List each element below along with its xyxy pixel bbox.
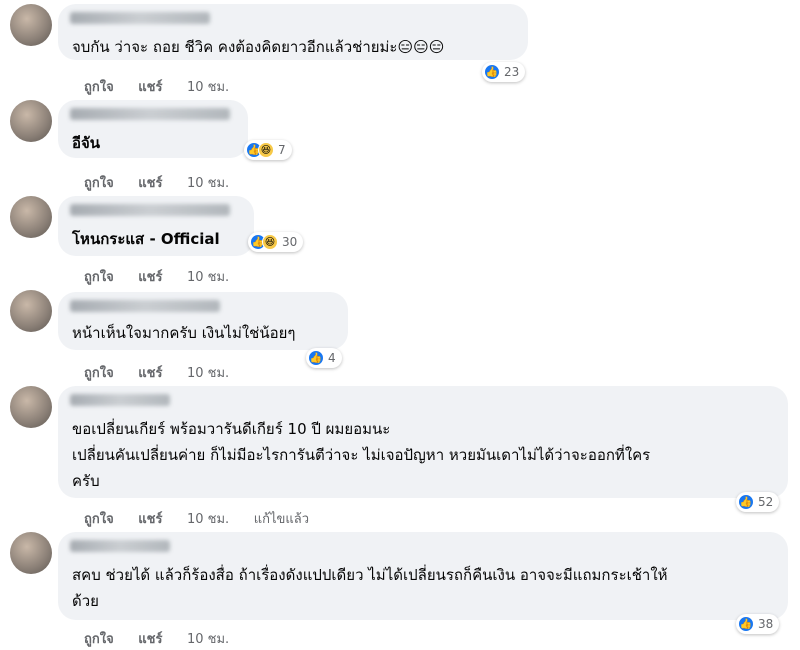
reaction-badge[interactable]: 👍 52 xyxy=(736,492,780,512)
thumbs-up-icon: 👍 xyxy=(738,494,754,510)
share-link[interactable]: แชร์ xyxy=(138,366,162,381)
haha-emoji-icon: 😆 xyxy=(262,234,278,250)
comment-actions: ถูกใจ แชร์ 10 ชม. แก้ไขแล้ว xyxy=(84,508,329,529)
author-name-redacted[interactable] xyxy=(70,204,230,216)
timestamp[interactable]: 10 ชม. xyxy=(187,512,229,527)
reaction-count: 52 xyxy=(758,495,774,509)
like-link[interactable]: ถูกใจ xyxy=(84,270,114,285)
comment-actions: ถูกใจ แชร์ 10 ชม. xyxy=(84,172,249,193)
reaction-count: 38 xyxy=(758,617,774,631)
like-link[interactable]: ถูกใจ xyxy=(84,176,114,191)
comment-actions: ถูกใจ แชร์ 10 ชม. xyxy=(84,362,249,383)
timestamp[interactable]: 10 ชม. xyxy=(187,176,229,191)
author-name-redacted[interactable] xyxy=(70,300,220,312)
comment-actions: ถูกใจ แชร์ 10 ชม. xyxy=(84,628,249,649)
comment-text-line-1: ขอเปลี่ยนเกียร์ พร้อมวารันดีเกียร์ 10 ปี… xyxy=(72,420,391,438)
reaction-badge[interactable]: 👍 😆 30 xyxy=(248,232,304,252)
comment-actions: ถูกใจ แชร์ 10 ชม. xyxy=(84,266,249,287)
comment-bubble: อีจัน xyxy=(58,100,248,158)
comment-text-line-2: ด้วย xyxy=(72,592,99,610)
avatar[interactable] xyxy=(10,100,52,142)
comment-text-line-2: เปลี่ยนคันเปลี่ยนค่าย ก็ไม่มีอะไรการันตี… xyxy=(72,446,651,464)
reaction-badge[interactable]: 👍 4 xyxy=(306,348,342,368)
share-link[interactable]: แชร์ xyxy=(138,80,162,95)
like-link[interactable]: ถูกใจ xyxy=(84,512,114,527)
edited-label[interactable]: แก้ไขแล้ว xyxy=(254,512,309,527)
comment-bubble: โหนกระแส - Official xyxy=(58,196,254,256)
timestamp[interactable]: 10 ชม. xyxy=(187,270,229,285)
author-name-redacted[interactable] xyxy=(70,394,170,406)
comment-text-line-3: ครับ xyxy=(72,472,100,490)
thumbs-up-icon: 👍 xyxy=(738,616,754,632)
reaction-count: 7 xyxy=(278,143,286,157)
timestamp[interactable]: 10 ชม. xyxy=(187,80,229,95)
timestamp[interactable]: 10 ชม. xyxy=(187,632,229,647)
avatar[interactable] xyxy=(10,4,52,46)
reaction-count: 30 xyxy=(282,235,298,249)
thumbs-up-icon: 👍 xyxy=(308,350,324,366)
reaction-count: 4 xyxy=(328,351,336,365)
comment-bubble: หน้าเห็นใจมากครับ เงินไม่ใช่น้อยๆ xyxy=(58,292,348,350)
comment-bubble: จบกัน ว่าจะ ถอย ชีวิค คงต้องคิดยาวอีกแล้… xyxy=(58,4,528,60)
reaction-badge[interactable]: 👍 38 xyxy=(736,614,780,634)
share-link[interactable]: แชร์ xyxy=(138,512,162,527)
author-name-redacted[interactable] xyxy=(70,108,230,120)
like-link[interactable]: ถูกใจ xyxy=(84,366,114,381)
comment-text-line-1: สคบ ช่วยได้ แล้วก็ร้องสื่อ ถ้าเรื่องดังแ… xyxy=(72,566,668,584)
comment-text: หน้าเห็นใจมากครับ เงินไม่ใช่น้อยๆ xyxy=(72,324,296,342)
comment-text: อีจัน xyxy=(72,134,101,152)
reaction-count: 23 xyxy=(504,65,520,79)
share-link[interactable]: แชร์ xyxy=(138,176,162,191)
author-name-redacted[interactable] xyxy=(70,540,170,552)
share-link[interactable]: แชร์ xyxy=(138,632,162,647)
like-link[interactable]: ถูกใจ xyxy=(84,632,114,647)
comment-text: จบกัน ว่าจะ ถอย ชีวิค คงต้องคิดยาวอีกแล้… xyxy=(72,38,445,56)
reaction-badge[interactable]: 👍 23 xyxy=(482,62,526,82)
haha-emoji-icon: 😆 xyxy=(258,142,274,158)
share-link[interactable]: แชร์ xyxy=(138,270,162,285)
author-name-redacted[interactable] xyxy=(70,12,210,24)
comment-bubble: สคบ ช่วยได้ แล้วก็ร้องสื่อ ถ้าเรื่องดังแ… xyxy=(58,532,788,620)
comment-actions: ถูกใจ แชร์ 10 ชม. xyxy=(84,76,249,97)
reaction-badge[interactable]: 👍 😆 7 xyxy=(244,140,292,160)
thumbs-up-icon: 👍 xyxy=(484,64,500,80)
avatar[interactable] xyxy=(10,290,52,332)
avatar[interactable] xyxy=(10,532,52,574)
comment-text: โหนกระแส - Official xyxy=(72,230,220,248)
avatar[interactable] xyxy=(10,386,52,428)
timestamp[interactable]: 10 ชม. xyxy=(187,366,229,381)
comment-bubble: ขอเปลี่ยนเกียร์ พร้อมวารันดีเกียร์ 10 ปี… xyxy=(58,386,788,498)
like-link[interactable]: ถูกใจ xyxy=(84,80,114,95)
avatar[interactable] xyxy=(10,196,52,238)
